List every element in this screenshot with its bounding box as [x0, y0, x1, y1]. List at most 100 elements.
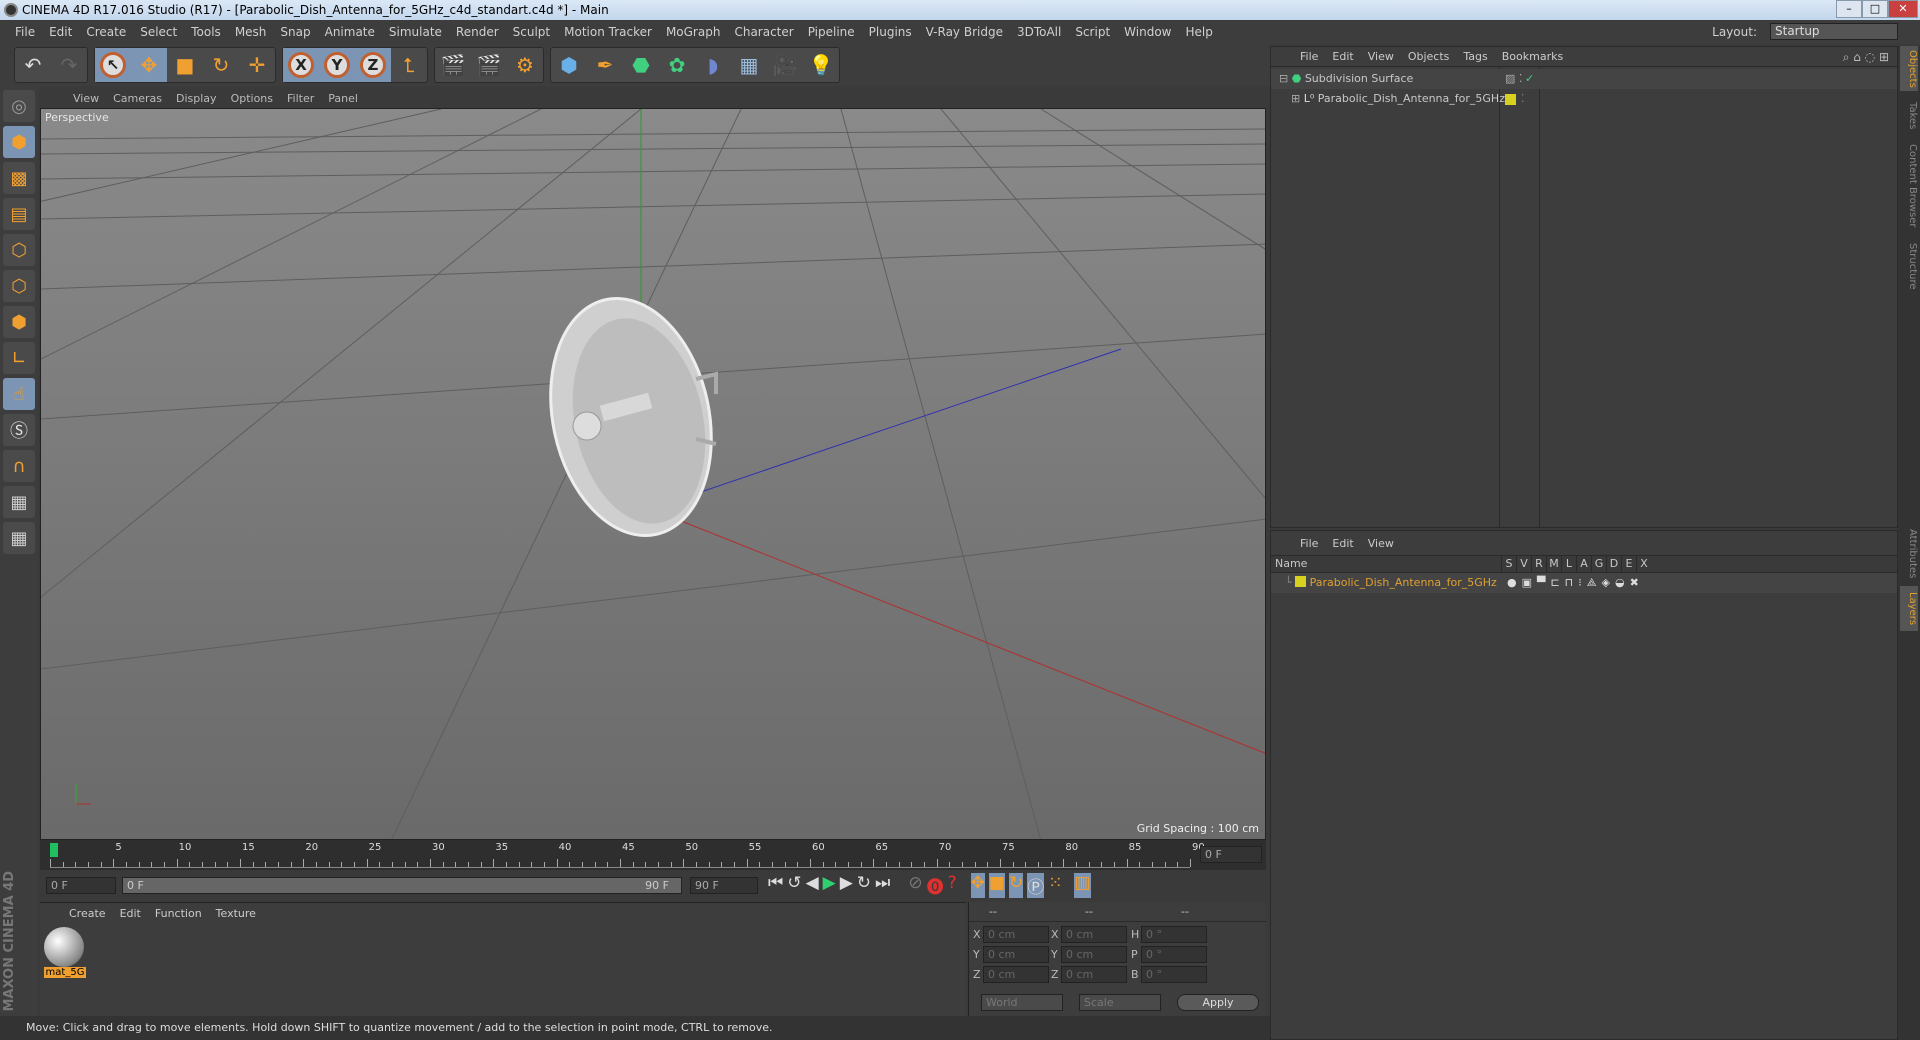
objmenu-objects[interactable]: Objects [1401, 50, 1457, 63]
vpmenu-options[interactable]: Options [224, 92, 280, 105]
layer-column-g[interactable]: G [1591, 556, 1606, 572]
subdivision-surface-button[interactable]: ⬣ [623, 48, 659, 82]
menu-v-ray-bridge[interactable]: V-Ray Bridge [919, 25, 1010, 39]
vpmenu-cameras[interactable]: Cameras [106, 92, 169, 105]
axis-mode-icon[interactable]: ∟ [3, 342, 35, 374]
make-editable-icon[interactable]: ◎ [3, 90, 35, 122]
objmenu-edit[interactable]: Edit [1325, 50, 1360, 63]
menu-help[interactable]: Help [1178, 25, 1219, 39]
timeline-window-button[interactable]: ▥ [1074, 873, 1091, 898]
menu-create[interactable]: Create [79, 25, 133, 39]
matmenu-texture[interactable]: Texture [209, 907, 263, 920]
texture-mode-icon[interactable]: ▩ [3, 162, 35, 194]
menu-mograph[interactable]: MoGraph [659, 25, 728, 39]
laymenu-view[interactable]: View [1361, 537, 1401, 550]
menu-plugins[interactable]: Plugins [862, 25, 919, 39]
layer-column-x[interactable]: X [1636, 556, 1651, 572]
select-tool-button[interactable]: ↖ [95, 48, 131, 82]
menu-simulate[interactable]: Simulate [382, 25, 449, 39]
move-tool-button[interactable]: ✥ [131, 48, 167, 82]
planar-workplane-icon[interactable]: ▦ [3, 522, 35, 554]
tab-objects[interactable]: Objects [1900, 46, 1918, 91]
3d-viewport[interactable]: Perspective Grid Spacing : 100 cm [40, 108, 1266, 840]
layer-column-r[interactable]: R [1531, 556, 1546, 572]
visibility-dots-icon[interactable]: ▨ ⁚ [1505, 69, 1522, 89]
timeline-ruler[interactable]: 051015202530354045505560657075808590 0 F [40, 840, 1266, 870]
objmenu-bookmarks[interactable]: Bookmarks [1495, 50, 1570, 63]
coord-c-field-0[interactable]: 0 ° [1141, 926, 1207, 943]
render-picture-viewer-button[interactable]: 🎬 [471, 48, 507, 82]
layer-row[interactable]: └ Parabolic_Dish_Antenna_for_5GHz ●▣▀⊏⊓⁝… [1271, 573, 1897, 593]
coord-b-field-1[interactable]: 0 cm [1061, 946, 1127, 963]
layer-column-e[interactable]: E [1621, 556, 1636, 572]
autokey-button[interactable]: ⓿ [927, 873, 944, 898]
objmenu-file[interactable]: File [1293, 50, 1325, 63]
undo-button[interactable]: ↶ [15, 48, 51, 82]
layer-column-name[interactable]: Name [1271, 556, 1501, 572]
render-view-button[interactable]: 🎬 [435, 48, 471, 82]
keyframe-selection-button[interactable]: ? [948, 873, 957, 898]
layer-flags-icons[interactable]: ●▣▀⊏⊓⁝⟁◈◒✖ [1507, 573, 1644, 593]
start-frame-field[interactable]: 0 F [46, 877, 116, 894]
menu-select[interactable]: Select [133, 25, 184, 39]
prev-frame-button[interactable]: ◀ [806, 873, 819, 898]
coordinate-system-button[interactable]: ⮤ [391, 48, 427, 82]
laymenu-edit[interactable]: Edit [1325, 537, 1360, 550]
menu-window[interactable]: Window [1117, 25, 1178, 39]
tweak-mode-icon[interactable]: ☝ [3, 378, 35, 410]
points-mode-icon[interactable]: ⬡ [3, 234, 35, 266]
layer-color-swatch[interactable] [1295, 576, 1307, 587]
key-parameter-button[interactable]: Ⓟ [1027, 873, 1045, 898]
key-position-button[interactable]: ✥ [970, 873, 985, 898]
matmenu-edit[interactable]: Edit [113, 907, 148, 920]
coord-c-field-2[interactable]: 0 ° [1141, 966, 1207, 983]
camera-button[interactable]: 🎥 [767, 48, 803, 82]
tab-content-browser[interactable]: Content Browser [1900, 141, 1918, 231]
objmenu-view[interactable]: View [1361, 50, 1401, 63]
matmenu-function[interactable]: Function [148, 907, 209, 920]
search-icon[interactable]: ⌕ ⌂ ◌ ⊞ [1843, 50, 1889, 65]
menu-pipeline[interactable]: Pipeline [801, 25, 862, 39]
menu-animate[interactable]: Animate [318, 25, 382, 39]
solo-icon[interactable]: Ⓢ [3, 414, 35, 446]
key-scale-button[interactable]: ■ [988, 873, 1005, 898]
pen-spline-button[interactable]: ✒ [587, 48, 623, 82]
layer-column-l[interactable]: L [1561, 556, 1576, 572]
layer-column-s[interactable]: S [1501, 556, 1516, 572]
menu-render[interactable]: Render [449, 25, 506, 39]
material-mat-5g[interactable]: mat_5G [44, 927, 86, 978]
tab-structure[interactable]: Structure [1900, 236, 1918, 296]
key-pla-button[interactable]: ⁙ [1048, 873, 1062, 898]
go-to-end-button[interactable]: ⏭ [875, 873, 890, 898]
menu-sculpt[interactable]: Sculpt [506, 25, 557, 39]
coord-b-field-0[interactable]: 0 cm [1061, 926, 1127, 943]
menu-motion-tracker[interactable]: Motion Tracker [557, 25, 659, 39]
layout-dropdown[interactable]: Startup [1770, 23, 1898, 40]
menu-mesh[interactable]: Mesh [228, 25, 274, 39]
layer-column-m[interactable]: M [1546, 556, 1561, 572]
z-axis-button[interactable]: Z [355, 48, 391, 82]
coord-b-field-2[interactable]: 0 cm [1061, 966, 1127, 983]
array-button[interactable]: ✿ [659, 48, 695, 82]
vpmenu-filter[interactable]: Filter [280, 92, 321, 105]
menu-tools[interactable]: Tools [184, 25, 228, 39]
tab-layers[interactable]: Layers [1900, 586, 1918, 631]
key-rotation-button[interactable]: ↻ [1008, 873, 1024, 898]
menu-edit[interactable]: Edit [42, 25, 79, 39]
menu-snap[interactable]: Snap [273, 25, 317, 39]
layer-color-swatch[interactable] [1505, 94, 1516, 105]
current-frame-field[interactable]: 0 F [1200, 846, 1262, 863]
cube-object-button[interactable]: ⬢ [551, 48, 587, 82]
menu-script[interactable]: Script [1068, 25, 1117, 39]
next-frame-button[interactable]: ▶ [840, 873, 853, 898]
deformer-button[interactable]: ◗ [695, 48, 731, 82]
coord-a-field-2[interactable]: 0 cm [983, 966, 1049, 983]
record-keys-button[interactable]: ⊘ [908, 873, 922, 898]
coordinate-mode-dropdown[interactable]: World [981, 994, 1063, 1011]
tab-takes[interactable]: Takes [1900, 96, 1918, 136]
transform-mode-dropdown[interactable]: Scale [1079, 994, 1161, 1011]
polygons-mode-icon[interactable]: ⬢ [3, 306, 35, 338]
snap-magnet-icon[interactable]: ∩ [3, 450, 35, 482]
transform-tool-button[interactable]: ✛ [239, 48, 275, 82]
laymenu-file[interactable]: File [1293, 537, 1325, 550]
